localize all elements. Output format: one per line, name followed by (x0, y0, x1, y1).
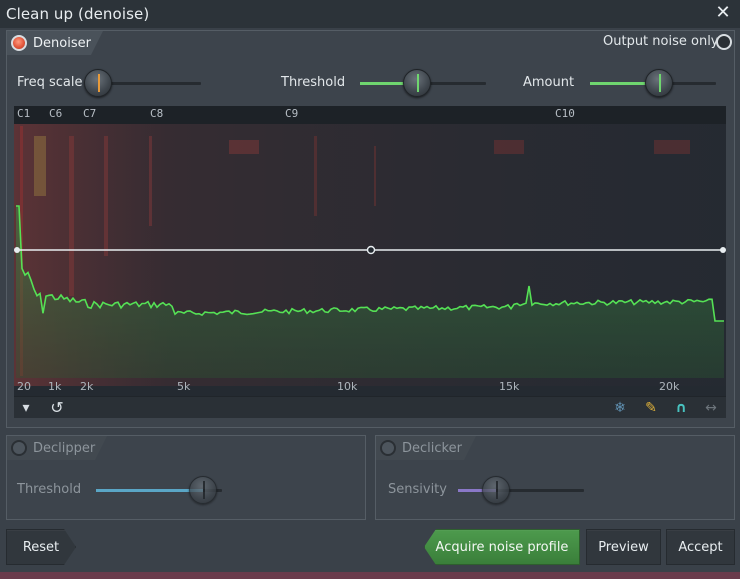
output-noise-only-label: Output noise only (603, 34, 719, 49)
title-bar: Clean up (denoise) ✕ (0, 0, 740, 28)
denoiser-enable-toggle[interactable] (11, 35, 27, 51)
swap-icon[interactable]: ↔ (702, 399, 720, 417)
spectrum-toolbar: ▾ ↺ ❄ ✎ ∩ ↔ (14, 396, 726, 418)
declipper-threshold-fill (96, 489, 204, 492)
freq-scale-indicator (98, 74, 100, 92)
freq-label: 20k (659, 380, 680, 393)
chevron-down-icon[interactable]: ▾ (17, 399, 35, 417)
declipper-threshold-knob[interactable] (189, 476, 218, 504)
reset-button[interactable]: Reset (6, 529, 76, 565)
freq-scale-track[interactable] (97, 82, 201, 85)
threshold-handle-left[interactable] (14, 247, 20, 253)
declicker-sensivity-label: Sensivity (388, 482, 447, 497)
declicker-label: Declicker (402, 440, 462, 456)
declicker-sensivity-knob[interactable] (481, 476, 510, 504)
note-label: C7 (83, 107, 97, 120)
amount-label: Amount (523, 75, 575, 90)
declicker-tab: Declicker (376, 436, 476, 460)
freq-label: 5k (177, 380, 191, 393)
threshold-handle-mid[interactable] (366, 245, 376, 255)
denoiser-label: Denoiser (33, 35, 91, 51)
declipper-threshold-indicator (203, 481, 206, 499)
threshold-knob[interactable] (402, 69, 431, 97)
undo-icon[interactable]: ↺ (48, 399, 66, 417)
note-label: C1 (17, 107, 31, 120)
amount-indicator (659, 74, 662, 92)
accept-button[interactable]: Accept (666, 529, 735, 565)
snowflake-icon[interactable]: ❄ (611, 399, 629, 417)
freq-label: 15k (499, 380, 520, 393)
declicker-sensivity-track[interactable] (458, 489, 584, 492)
freq-label: 20 (17, 380, 31, 393)
freq-scale-label: Freq scale (17, 75, 83, 90)
output-noise-only-toggle[interactable] (716, 34, 732, 50)
spectrogram (14, 124, 726, 386)
acquire-noise-profile-button[interactable]: Acquire noise profile (424, 529, 580, 565)
note-label: C8 (150, 107, 164, 120)
threshold-label: Threshold (281, 75, 346, 90)
freq-label: 2k (80, 380, 94, 393)
note-label: C9 (285, 107, 299, 120)
threshold-handle-right[interactable] (720, 247, 726, 253)
close-icon[interactable]: ✕ (714, 4, 732, 22)
host-window-strip (0, 572, 740, 579)
magnet-icon[interactable]: ∩ (672, 399, 690, 417)
freq-label: 1k (48, 380, 62, 393)
declipper-label: Declipper (33, 440, 96, 456)
freq-scale-knob[interactable] (84, 69, 112, 97)
note-label: C6 (49, 107, 63, 120)
declipper-threshold-label: Threshold (17, 482, 82, 497)
declicker-sensivity-indicator (495, 481, 498, 499)
pencil-icon[interactable]: ✎ (642, 399, 660, 417)
spectrum-display[interactable]: C1 C6 C7 C8 C9 C10 20 1k 2k 5k 10k 15k 2… (14, 106, 726, 396)
threshold-indicator (416, 74, 419, 92)
declipper-tab: Declipper (7, 436, 107, 460)
declipper-enable-toggle[interactable] (11, 440, 27, 456)
declicker-enable-toggle[interactable] (380, 440, 396, 456)
window-title: Clean up (denoise) (6, 5, 150, 23)
denoiser-tab: Denoiser (7, 31, 103, 55)
note-ruler: C1 C6 C7 C8 C9 C10 (14, 106, 726, 124)
freq-label: 10k (337, 380, 358, 393)
preview-button[interactable]: Preview (586, 529, 661, 565)
note-label: C10 (555, 107, 575, 120)
